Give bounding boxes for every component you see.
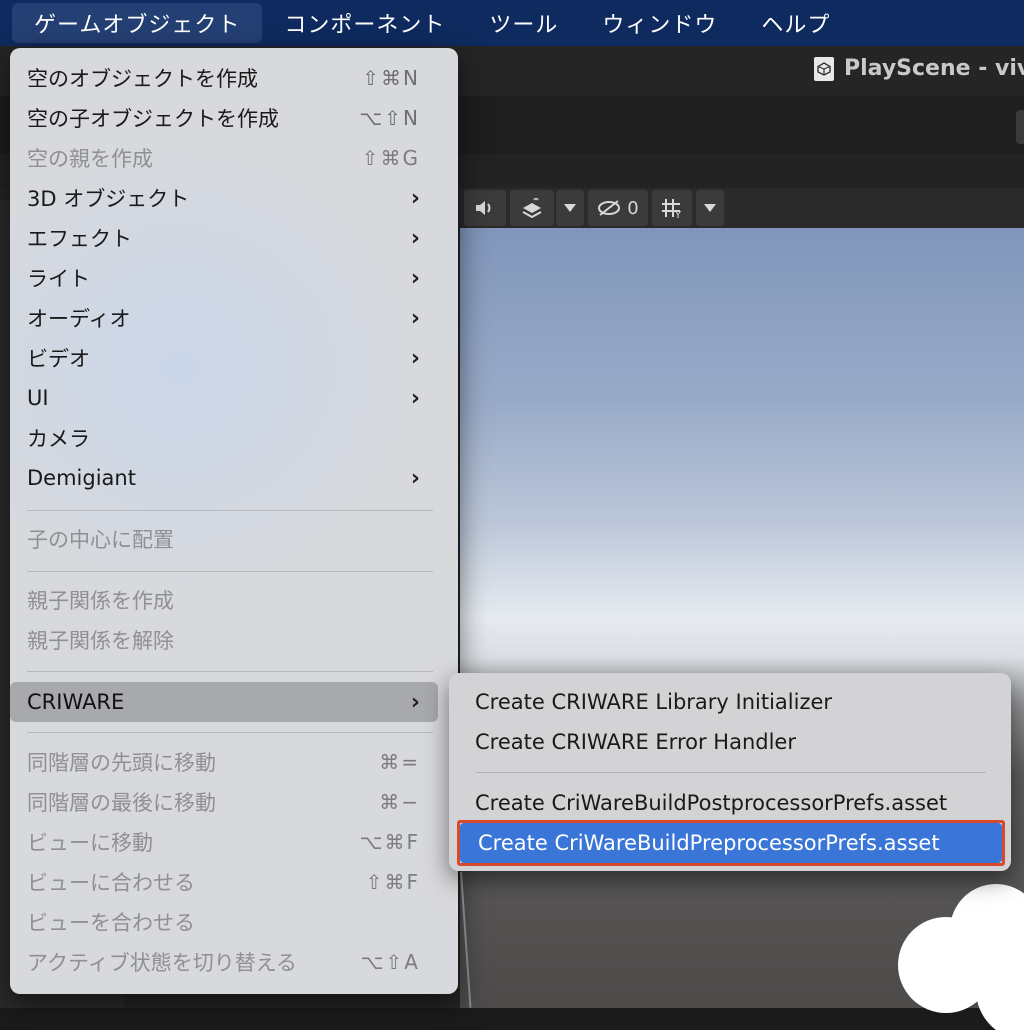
- window-title-text: PlayScene - viv: [844, 56, 1024, 81]
- menu-separator: [27, 732, 433, 733]
- unity-scene-icon: [814, 56, 834, 81]
- submenu-item-postprocessor-prefs[interactable]: Create CriWareBuildPostprocessorPrefs.as…: [457, 783, 1003, 823]
- menu-help[interactable]: ヘルプ: [739, 0, 852, 46]
- hidden-objects-toggle[interactable]: 0: [588, 190, 648, 226]
- menu-item-label: 空の子オブジェクトを作成: [27, 107, 279, 131]
- menu-item-label: 親子関係を解除: [27, 629, 174, 653]
- menu-item-make-parent: 親子関係を作成: [10, 580, 438, 620]
- menu-bar: ゲームオブジェクト コンポーネント ツール ウィンドウ ヘルプ: [0, 0, 1024, 46]
- menu-item-effects[interactable]: エフェクト ›: [10, 218, 438, 258]
- menu-item-label: カメラ: [27, 427, 90, 451]
- menu-item-move-to-first: 同階層の先頭に移動 ⌘=: [10, 742, 438, 782]
- menu-item-label: 空のオブジェクトを作成: [27, 67, 258, 91]
- menu-item-demigiant[interactable]: Demigiant ›: [10, 458, 438, 498]
- submenu-separator: [476, 772, 986, 773]
- menu-item-label: 3D オブジェクト: [27, 187, 190, 211]
- submenu-item-preprocessor-prefs[interactable]: Create CriWareBuildPreprocessorPrefs.ass…: [460, 823, 1002, 863]
- chevron-right-icon: ›: [410, 465, 420, 491]
- menu-component[interactable]: コンポーネント: [262, 0, 467, 46]
- menu-item-create-empty[interactable]: 空のオブジェクトを作成 ⇧⌘N: [10, 58, 438, 98]
- menu-item-label: UI: [27, 386, 49, 410]
- chevron-down-icon: [704, 204, 716, 212]
- menu-separator: [27, 671, 433, 672]
- svg-text:Y: Y: [674, 210, 682, 219]
- grid-dropdown[interactable]: [696, 190, 724, 226]
- shortcut-label: ⌥⇧A: [360, 950, 420, 974]
- grid-icon: Y: [662, 199, 682, 219]
- shortcut-label: ⌘−: [379, 790, 420, 814]
- menu-item-label: ライト: [27, 267, 90, 291]
- menu-item-label: ビューに移動: [27, 831, 153, 855]
- menu-separator: [27, 510, 433, 511]
- menu-item-criware[interactable]: CRIWARE ›: [10, 682, 438, 722]
- shortcut-label: ⌥⇧N: [359, 106, 420, 130]
- shortcut-label: ⇧⌘G: [361, 146, 420, 170]
- menu-item-label: オーディオ: [27, 307, 131, 331]
- audio-toggle-button[interactable]: [464, 190, 506, 226]
- menu-item-3d-object[interactable]: 3D オブジェクト ›: [10, 178, 438, 218]
- chevron-right-icon: ›: [410, 225, 420, 251]
- menu-item-label: Demigiant: [27, 466, 136, 490]
- chevron-right-icon: ›: [410, 185, 420, 211]
- menu-item-label: ビデオ: [27, 347, 90, 371]
- submenu-item-library-initializer[interactable]: Create CRIWARE Library Initializer: [457, 682, 1003, 722]
- menu-tools[interactable]: ツール: [467, 0, 580, 46]
- menu-window[interactable]: ウィンドウ: [580, 0, 739, 46]
- shortcut-label: ⌥⌘F: [359, 830, 420, 854]
- menu-item-label: 空の親を作成: [27, 147, 153, 171]
- effects-button[interactable]: [510, 190, 554, 226]
- chevron-right-icon: ›: [410, 689, 420, 715]
- chevron-right-icon: ›: [410, 265, 420, 291]
- menu-separator: [27, 571, 433, 572]
- toolbar-button[interactable]: [1016, 110, 1024, 144]
- shortcut-label: ⇧⌘N: [362, 66, 420, 90]
- cloud-icon: [898, 884, 1024, 1030]
- hidden-count: 0: [627, 197, 639, 219]
- window-title: PlayScene - viv: [814, 56, 1024, 81]
- menu-item-create-empty-parent: 空の親を作成 ⇧⌘G: [10, 138, 438, 178]
- menu-item-label: 親子関係を作成: [27, 589, 174, 613]
- menu-item-label: アクティブ状態を切り替える: [27, 951, 298, 975]
- menu-item-center-on-children: 子の中心に配置: [10, 519, 438, 559]
- menu-item-align-with-view: ビューに合わせる ⇧⌘F: [10, 862, 438, 902]
- menu-item-light[interactable]: ライト ›: [10, 258, 438, 298]
- menu-item-align-view-to-selected: ビューを合わせる: [10, 902, 438, 942]
- menu-item-move-to-view: ビューに移動 ⌥⌘F: [10, 822, 438, 862]
- menu-item-move-to-last: 同階層の最後に移動 ⌘−: [10, 782, 438, 822]
- shortcut-label: ⌘=: [379, 750, 420, 774]
- menu-item-camera[interactable]: カメラ: [10, 418, 438, 458]
- menu-item-label: ビューを合わせる: [27, 911, 195, 935]
- shortcut-label: ⇧⌘F: [365, 870, 420, 894]
- menu-item-ui[interactable]: UI ›: [10, 378, 438, 418]
- speaker-icon: [476, 201, 491, 215]
- menu-item-label: CRIWARE: [27, 690, 125, 714]
- grid-toggle-button[interactable]: Y: [652, 190, 692, 226]
- menu-item-toggle-active: アクティブ状態を切り替える ⌥⇧A: [10, 942, 438, 982]
- menu-item-label: ビューに合わせる: [27, 871, 195, 895]
- menu-item-label: エフェクト: [27, 227, 132, 251]
- layers-icon: [522, 198, 542, 218]
- chevron-right-icon: ›: [410, 345, 420, 371]
- eye-slash-icon: [598, 200, 621, 216]
- chevron-right-icon: ›: [410, 385, 420, 411]
- chevron-down-icon: [564, 204, 576, 212]
- chevron-right-icon: ›: [410, 305, 420, 331]
- submenu-item-error-handler[interactable]: Create CRIWARE Error Handler: [457, 722, 1003, 762]
- menu-item-label: 同階層の先頭に移動: [27, 751, 216, 775]
- menu-item-clear-parent: 親子関係を解除: [10, 620, 438, 660]
- menu-gameobject[interactable]: ゲームオブジェクト: [12, 3, 263, 43]
- effects-dropdown[interactable]: [556, 190, 584, 226]
- menu-item-create-empty-child[interactable]: 空の子オブジェクトを作成 ⌥⇧N: [10, 98, 438, 138]
- menu-item-video[interactable]: ビデオ ›: [10, 338, 438, 378]
- menu-item-label: 子の中心に配置: [27, 528, 174, 552]
- menu-item-audio[interactable]: オーディオ ›: [10, 298, 438, 338]
- menu-item-label: 同階層の最後に移動: [27, 791, 216, 815]
